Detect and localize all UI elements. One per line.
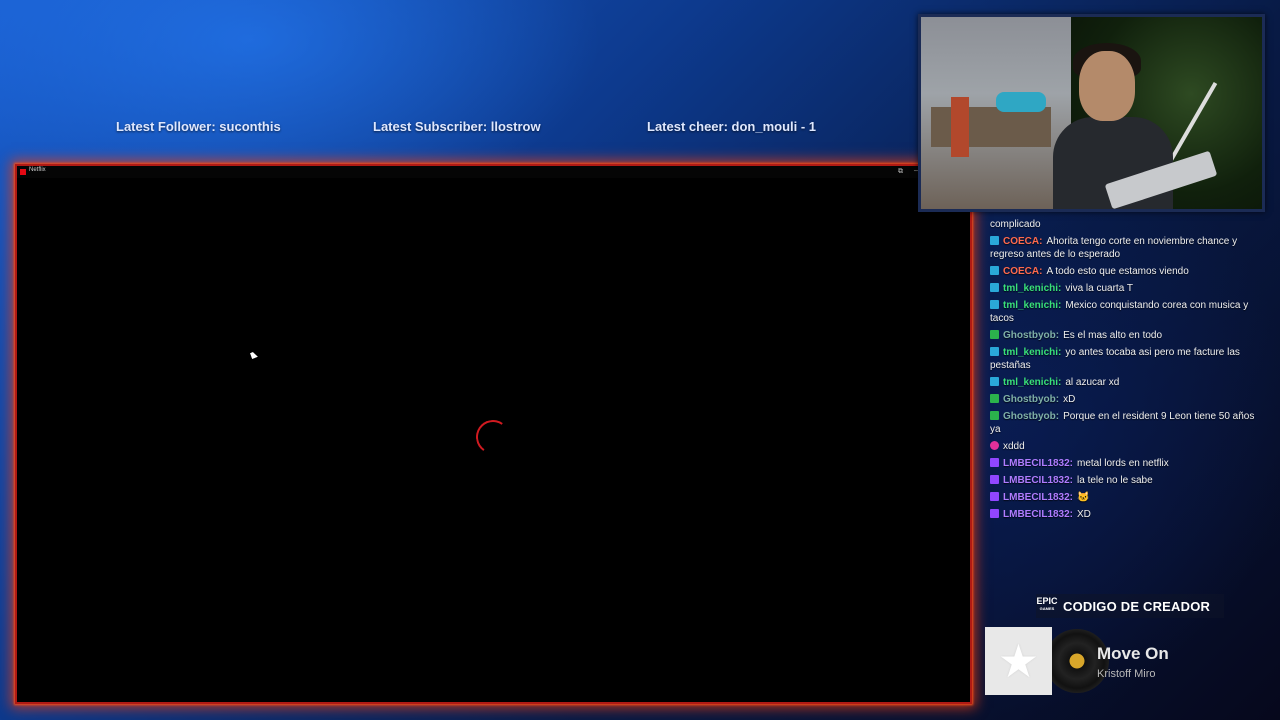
chat-text: viva la cuarta T [1065, 283, 1133, 294]
pink-badge-icon [990, 441, 999, 450]
chat-message: xddd [984, 440, 1264, 453]
webcam-shelf [931, 107, 1051, 147]
vip-badge-icon [990, 283, 999, 292]
chat-username[interactable]: LMBECIL1832: [1003, 509, 1073, 520]
chat-username[interactable]: Ghostbyob: [1003, 411, 1059, 422]
chat-username[interactable]: Ghostbyob: [1003, 394, 1059, 405]
chat-username[interactable]: tml_kenichi: [1003, 377, 1061, 388]
chat-text: la tele no le sabe [1077, 475, 1153, 486]
latest-subscriber: Latest Subscriber: llostrow [373, 119, 541, 134]
song-artist: Kristoff Miro [1097, 668, 1156, 680]
chat-message: LMBECIL1832: la tele no le sabe [984, 474, 1264, 487]
chat-username[interactable]: COECA: [1003, 236, 1042, 247]
chat-username[interactable]: COECA: [1003, 266, 1042, 277]
sub-badge-icon [990, 458, 999, 467]
chat-text: xD [1063, 394, 1076, 405]
webcam-object [996, 92, 1046, 112]
chat-text: XD [1077, 509, 1091, 520]
album-art: ★ [985, 627, 1052, 695]
sub-badge-icon [990, 509, 999, 518]
chat-text: metal lords en netflix [1077, 458, 1169, 469]
chat-message: tml_kenichi: viva la cuarta T [984, 282, 1264, 295]
chat-message: LMBECIL1832: 🐱 [984, 491, 1264, 504]
vip-badge-icon [990, 377, 999, 386]
chat-message: tml_kenichi: yo antes tocaba asi pero me … [984, 346, 1264, 372]
chat-message: tml_kenichi: al azucar xd [984, 376, 1264, 389]
window-title: Netflix [29, 167, 46, 173]
chat-text: A todo esto que estamos viendo [1046, 266, 1189, 277]
fullscreen-button[interactable]: ⧉ [893, 166, 908, 178]
mouse-cursor-icon [250, 351, 258, 359]
epic-logo-subtext: GAMES [1039, 606, 1055, 611]
streamer-face [1079, 51, 1135, 121]
chat-username[interactable]: tml_kenichi: [1003, 283, 1061, 294]
chat-message: LMBECIL1832: metal lords en netflix [984, 457, 1264, 470]
chat-text: 🐱 [1077, 492, 1090, 503]
star-icon: ★ [997, 635, 1040, 687]
chat-username[interactable]: LMBECIL1832: [1003, 492, 1073, 503]
chat-message: COECA: Ahorita tengo corte en noviembre c… [984, 235, 1264, 261]
chat-message: Ghostbyob: Porque en el resident 9 Leon t… [984, 410, 1264, 436]
chat-username[interactable]: Ghostbyob: [1003, 330, 1059, 341]
chat-message: Ghostbyob: Es el mas alto en todo [984, 329, 1264, 342]
creator-code-label: CODIGO DE CREADOR [1063, 598, 1211, 614]
chat-text: al azucar xd [1065, 377, 1120, 388]
chat-username[interactable]: LMBECIL1832: [1003, 458, 1073, 469]
chat-username[interactable]: tml_kenichi: [1003, 347, 1061, 358]
chat-text: complicado [990, 219, 1041, 230]
chat-panel: complicado COECA: Ahorita tengo corte en n… [984, 218, 1264, 538]
vip-badge-icon [990, 347, 999, 356]
vip-badge-icon [990, 236, 999, 245]
vip-badge-icon [990, 266, 999, 275]
chat-username[interactable]: LMBECIL1832: [1003, 475, 1073, 486]
sub-badge-icon [990, 492, 999, 501]
sub-badge-icon [990, 475, 999, 484]
webcam-feed [918, 14, 1265, 212]
vip-badge-icon [990, 300, 999, 309]
chat-message: tml_kenichi: Mexico conquistando corea co… [984, 299, 1264, 325]
chat-message: complicado [984, 218, 1264, 231]
netflix-window[interactable]: Netflix ⧉ ─ □ ⧠ ✕ [15, 164, 972, 704]
latest-cheer: Latest cheer: don_mouli - 1 [647, 119, 817, 134]
webcam-chair [951, 97, 969, 157]
latest-follower: Latest Follower: suconthis [116, 119, 281, 134]
loading-spinner-icon [473, 417, 513, 457]
mod-badge-icon [990, 394, 999, 403]
chat-text: xddd [1003, 441, 1025, 452]
epic-logo-text: EPIC [1036, 596, 1058, 606]
chat-message: LMBECIL1832: XD [984, 508, 1264, 521]
chat-username[interactable]: tml_kenichi: [1003, 300, 1061, 311]
chat-message: Ghostbyob: xD [984, 393, 1264, 406]
now-playing-widget: ★ Move On Kristoff Miro [985, 627, 1255, 695]
epic-games-logo: EPIC GAMES [1036, 594, 1058, 618]
mod-badge-icon [990, 411, 999, 420]
song-title: Move On [1097, 644, 1169, 663]
window-titlebar[interactable]: Netflix ⧉ ─ □ ⧠ ✕ [17, 166, 970, 178]
chat-text: Es el mas alto en todo [1063, 330, 1163, 341]
mod-badge-icon [990, 330, 999, 339]
creator-code-banner: EPIC GAMES CODIGO DE CREADOR [1036, 594, 1225, 618]
chat-message: COECA: A todo esto que estamos viendo [984, 265, 1264, 278]
netflix-app-icon [20, 169, 26, 175]
